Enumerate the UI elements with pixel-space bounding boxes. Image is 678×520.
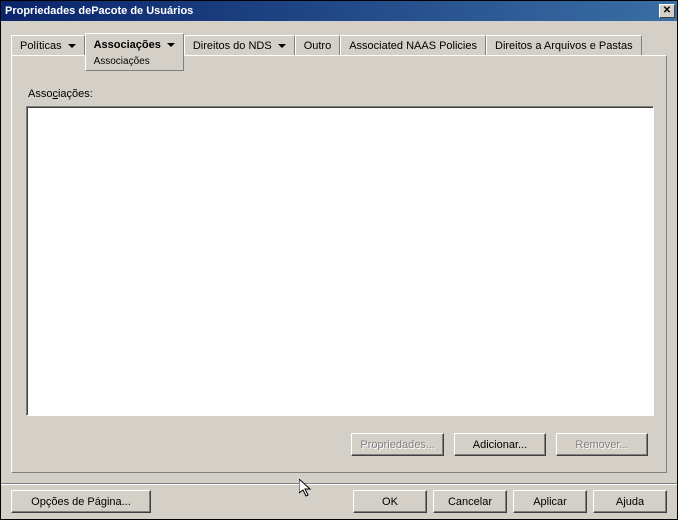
tab-outro[interactable]: Outro [295, 35, 341, 55]
dialog-button-bar: Opções de Página... OK Cancelar Aplicar … [1, 483, 677, 519]
properties-button: Propriedades... [351, 433, 444, 456]
tab-politicas[interactable]: Políticas [11, 35, 85, 55]
associations-label: Associações: [28, 88, 93, 100]
tab-panel: Associações: Propriedades... Adicionar..… [11, 55, 667, 473]
tab-label: Direitos a Arquivos e Pastas [495, 40, 633, 52]
tab-label: Associações [94, 39, 161, 51]
tab-subtitle: Associações [85, 54, 184, 71]
tab-direitos-nds[interactable]: Direitos do NDS [184, 35, 295, 55]
tab-label: Outro [304, 40, 332, 52]
associations-listbox[interactable] [26, 106, 654, 416]
cancel-button[interactable]: Cancelar [433, 490, 507, 513]
ok-button[interactable]: OK [353, 490, 427, 513]
tab-label: Associated NAAS Policies [349, 40, 477, 52]
tab-label: Direitos do NDS [193, 40, 272, 52]
chevron-down-icon [68, 44, 76, 48]
remove-button: Remover... [556, 433, 648, 456]
button-label: OK [382, 496, 398, 508]
button-label: Opções de Página... [31, 496, 131, 508]
button-label: Cancelar [448, 496, 492, 508]
tab-associacoes[interactable]: Associações Associações [85, 33, 184, 55]
add-button[interactable]: Adicionar... [454, 433, 546, 456]
tab-strip: Políticas Associações Associações Direit… [11, 35, 642, 55]
button-label: Propriedades... [360, 439, 435, 451]
tab-naas-policies[interactable]: Associated NAAS Policies [340, 35, 486, 55]
apply-button[interactable]: Aplicar [513, 490, 587, 513]
close-icon: ✕ [663, 6, 671, 16]
button-label: Aplicar [533, 496, 567, 508]
tab-direitos-arquivos[interactable]: Direitos a Arquivos e Pastas [486, 35, 642, 55]
tab-label: Políticas [20, 40, 62, 52]
page-options-button[interactable]: Opções de Página... [11, 490, 151, 513]
close-button[interactable]: ✕ [659, 4, 675, 18]
chevron-down-icon [167, 43, 175, 47]
button-label: Remover... [575, 439, 628, 451]
list-buttons-row: Propriedades... Adicionar... Remover... [351, 433, 648, 456]
help-button[interactable]: Ajuda [593, 490, 667, 513]
dialog-window: Propriedades dePacote de Usuários ✕ Polí… [0, 0, 678, 520]
button-label: Adicionar... [473, 439, 527, 451]
chevron-down-icon [278, 44, 286, 48]
titlebar: Propriedades dePacote de Usuários ✕ [1, 1, 677, 21]
associations-group: Associações: Propriedades... Adicionar..… [22, 74, 658, 464]
window-title: Propriedades dePacote de Usuários [5, 5, 193, 17]
button-label: Ajuda [616, 496, 644, 508]
